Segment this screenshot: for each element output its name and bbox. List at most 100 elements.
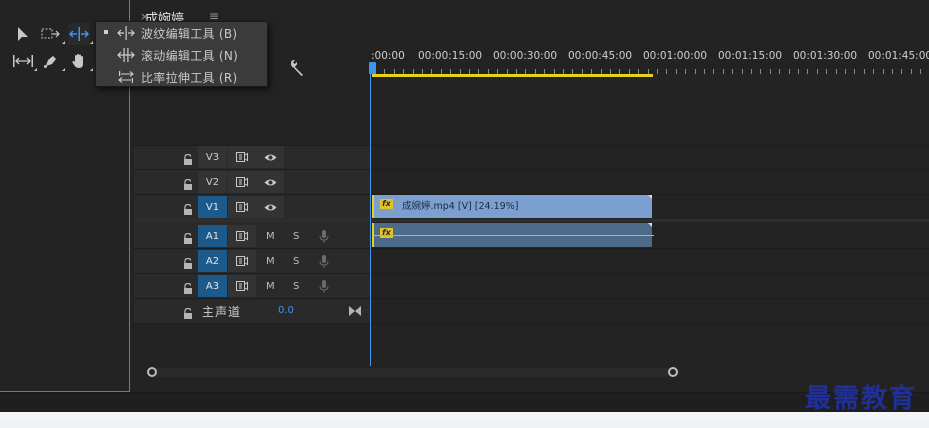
- selection-tool-icon[interactable]: [12, 23, 34, 45]
- fx-badge: fx: [380, 199, 393, 209]
- ripple-edit-tool-icon[interactable]: [68, 23, 93, 45]
- ruler-tick: [704, 69, 705, 74]
- eye-icon[interactable]: [256, 196, 284, 218]
- ruler-tick: [713, 69, 714, 74]
- ruler-label: :00:00: [371, 50, 405, 62]
- work-area-bar[interactable]: [372, 74, 653, 77]
- page-background: [0, 412, 929, 428]
- ruler-label: 00:00:15:00: [418, 50, 483, 62]
- ruler-label: 00:01:00:00: [643, 50, 708, 62]
- microphone-icon[interactable]: [319, 254, 329, 268]
- clip-end-marker: [648, 223, 652, 227]
- timeline-scrollbar[interactable]: [147, 368, 679, 377]
- ripple-edit-icon: [117, 25, 135, 41]
- ruler-tick: [798, 69, 799, 74]
- sync-lock-icon[interactable]: [228, 250, 256, 272]
- clip-name: 成婉婷.mp4 [V] [24.19%]: [402, 201, 519, 212]
- sync-lock-icon[interactable]: [228, 275, 256, 297]
- ruler-tick: [854, 69, 855, 74]
- eye-icon[interactable]: [256, 146, 284, 168]
- track-a2-label[interactable]: A2: [198, 250, 227, 272]
- ruler-tick: [807, 69, 808, 74]
- status-strip: [0, 392, 929, 412]
- ruler-tick: [789, 69, 790, 74]
- master-volume-value[interactable]: 0.0: [278, 305, 294, 316]
- lock-icon[interactable]: [183, 305, 193, 319]
- microphone-icon[interactable]: [319, 229, 329, 243]
- tool-flyout-menu: 波纹编辑工具 (B) 滚动编辑工具 (N) 比率拉伸工具 (R): [95, 21, 268, 87]
- mute-button[interactable]: M: [266, 231, 275, 242]
- track-select-tool-icon[interactable]: [40, 23, 65, 45]
- wrench-icon[interactable]: [289, 59, 307, 77]
- master-track-label: 主声道: [202, 305, 242, 319]
- sync-lock-icon[interactable]: [228, 196, 256, 218]
- ruler-tick: [723, 69, 724, 74]
- track-v2-label[interactable]: V2: [198, 171, 227, 193]
- fx-badge: fx: [380, 228, 393, 238]
- ruler-label: 00:01:30:00: [793, 50, 858, 62]
- solo-button[interactable]: S: [293, 231, 299, 242]
- mute-button[interactable]: M: [266, 281, 275, 292]
- ruler-tick: [760, 69, 761, 74]
- slip-tool-icon[interactable]: [12, 50, 37, 72]
- ruler-tick: [751, 69, 752, 74]
- pen-tool-icon[interactable]: [40, 50, 65, 72]
- ruler-tick: [911, 69, 912, 74]
- ruler-tick: [817, 69, 818, 74]
- solo-button[interactable]: S: [293, 256, 299, 267]
- premiere-window: × 成婉婷 ≡ :00:00 00:00:15:00 00:00:30:00 0…: [0, 0, 929, 428]
- hand-tool-icon[interactable]: [68, 50, 93, 72]
- scroll-left-handle[interactable]: [147, 367, 157, 377]
- video-clip[interactable]: fx 成婉婷.mp4 [V] [24.19%]: [372, 195, 652, 218]
- video-audio-divider[interactable]: [134, 219, 929, 222]
- eye-icon[interactable]: [256, 171, 284, 193]
- ruler-label: 00:01:15:00: [718, 50, 783, 62]
- menu-item-label: 波纹编辑工具 (B): [141, 27, 238, 41]
- menu-item-ripple-edit[interactable]: 波纹编辑工具 (B): [96, 22, 268, 44]
- track-v3-label[interactable]: V3: [198, 146, 227, 168]
- audio-clip[interactable]: fx: [372, 223, 654, 247]
- go-to-out-icon[interactable]: [349, 301, 361, 316]
- rate-stretch-icon: [117, 69, 135, 85]
- track-divider: [134, 298, 929, 299]
- track-divider: [134, 169, 929, 170]
- menu-item-label: 滚动编辑工具 (N): [141, 49, 239, 63]
- ruler-label: 00:01:45:00: [868, 50, 929, 62]
- sync-lock-icon[interactable]: [228, 171, 256, 193]
- checkmark-icon: [104, 30, 108, 34]
- lock-icon[interactable]: [183, 176, 193, 190]
- ruler-tick: [657, 69, 658, 74]
- lock-icon[interactable]: [183, 255, 193, 269]
- lock-icon[interactable]: [183, 151, 193, 165]
- sync-lock-icon[interactable]: [228, 225, 256, 247]
- ruler-label: 00:00:45:00: [568, 50, 633, 62]
- playhead-handle[interactable]: [369, 62, 376, 74]
- ruler-tick: [826, 69, 827, 74]
- audio-level-line: [374, 235, 654, 236]
- track-v1-label[interactable]: V1: [198, 196, 227, 218]
- ruler-label: 00:00:30:00: [493, 50, 558, 62]
- rolling-edit-icon: [117, 47, 135, 63]
- ruler-tick: [779, 69, 780, 74]
- ruler-tick: [676, 69, 677, 74]
- ruler-tick: [685, 69, 686, 74]
- menu-item-rolling-edit[interactable]: 滚动编辑工具 (N): [96, 44, 268, 66]
- ruler-tick: [864, 69, 865, 74]
- ruler-tick: [836, 69, 837, 74]
- track-divider: [134, 248, 929, 249]
- sync-lock-icon[interactable]: [228, 146, 256, 168]
- clip-end-marker: [648, 195, 652, 199]
- track-a1-label[interactable]: A1: [198, 225, 227, 247]
- lock-icon[interactable]: [183, 230, 193, 244]
- scroll-right-handle[interactable]: [668, 367, 678, 377]
- microphone-icon[interactable]: [319, 279, 329, 293]
- lock-icon[interactable]: [183, 280, 193, 294]
- ruler-tick: [901, 69, 902, 74]
- menu-item-rate-stretch[interactable]: 比率拉伸工具 (R): [96, 66, 268, 88]
- ruler-tick: [732, 69, 733, 74]
- mute-button[interactable]: M: [266, 256, 275, 267]
- lock-icon[interactable]: [183, 201, 193, 215]
- ruler-tick: [873, 69, 874, 74]
- solo-button[interactable]: S: [293, 281, 299, 292]
- track-a3-label[interactable]: A3: [198, 275, 227, 297]
